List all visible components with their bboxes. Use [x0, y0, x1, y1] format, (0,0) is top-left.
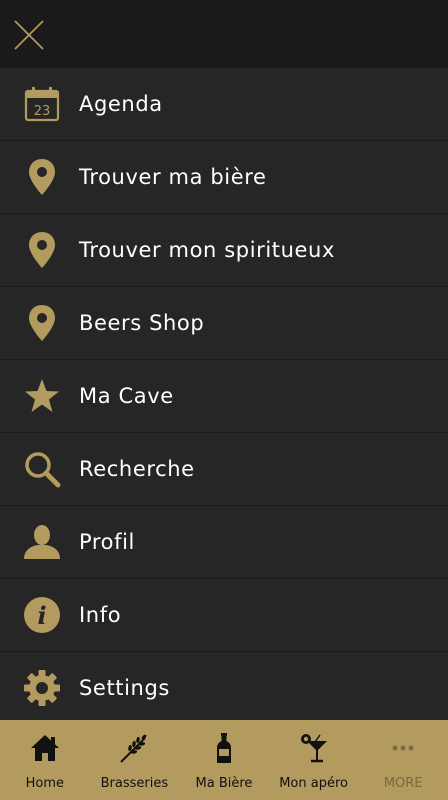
tab-label-mon-apero: Mon apéro [279, 776, 348, 791]
menu-label-settings: Settings [79, 676, 170, 700]
user-icon [22, 522, 62, 562]
tab-mon-apero[interactable]: Mon apéro [269, 720, 359, 800]
menu-item-settings[interactable]: Settings [0, 652, 448, 720]
menu-label-beers-shop: Beers Shop [79, 311, 205, 335]
map-pin-icon [22, 230, 62, 270]
gear-icon [22, 668, 62, 708]
top-bar [0, 0, 448, 68]
svg-text:i: i [37, 601, 46, 630]
menu-label-recherche: Recherche [79, 457, 195, 481]
home-icon [27, 730, 63, 766]
tab-label-more: MORE [383, 776, 423, 791]
menu-label-trouver-biere: Trouver ma bière [79, 165, 267, 189]
menu-label-trouver-spiritueux: Trouver mon spiritueux [79, 238, 335, 262]
map-pin-icon [22, 157, 62, 197]
wheat-icon [116, 730, 152, 766]
menu-label-info: Info [79, 603, 122, 627]
tab-home[interactable]: Home [0, 720, 90, 800]
tab-label-brasseries: Brasseries [100, 776, 169, 791]
menu-item-profil[interactable]: Profil [0, 506, 448, 579]
tab-ma-biere[interactable]: Ma Bière [179, 720, 269, 800]
cocktail-icon [296, 730, 332, 766]
menu-item-trouver-biere[interactable]: Trouver ma bière [0, 141, 448, 214]
star-icon [22, 376, 62, 416]
info-icon: i [22, 595, 62, 635]
bottle-icon [206, 730, 242, 766]
tab-label-ma-biere: Ma Bière [195, 776, 253, 791]
close-icon[interactable] [12, 18, 46, 52]
menu-item-beers-shop[interactable]: Beers Shop [0, 287, 448, 360]
menu-label-agenda: Agenda [79, 92, 163, 116]
tab-more[interactable]: MORE [358, 720, 448, 800]
calendar-day: 23 [34, 104, 51, 119]
tab-brasseries[interactable]: Brasseries [90, 720, 180, 800]
map-pin-icon [22, 303, 62, 343]
menu-item-agenda[interactable]: 23 Agenda [0, 68, 448, 141]
menu-item-ma-cave[interactable]: Ma Cave [0, 360, 448, 433]
menu-label-profil: Profil [79, 530, 135, 554]
tab-label-home: Home [25, 776, 64, 791]
bottom-tab-bar: Home Brasseries Ma Bière Mon apéro MORE [0, 720, 448, 800]
menu-item-trouver-spiritueux[interactable]: Trouver mon spiritueux [0, 214, 448, 287]
menu-item-recherche[interactable]: Recherche [0, 433, 448, 506]
calendar-icon: 23 [22, 84, 62, 124]
side-menu: 23 Agenda Trouver ma bière Trouver mon s… [0, 68, 448, 720]
more-icon [385, 730, 421, 766]
menu-item-info[interactable]: i Info [0, 579, 448, 652]
menu-label-ma-cave: Ma Cave [79, 384, 174, 408]
search-icon [22, 449, 62, 489]
